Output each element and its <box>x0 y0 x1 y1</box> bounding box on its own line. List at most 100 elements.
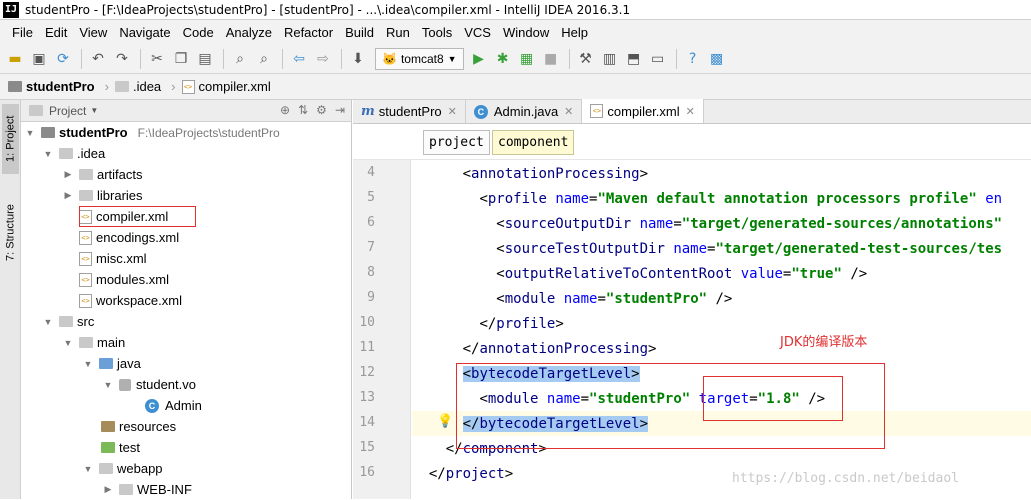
tree-item-src[interactable]: ▼ src <box>43 311 95 332</box>
menu-help[interactable]: Help <box>555 25 594 40</box>
tree-item-encodings-xml[interactable]: <> encodings.xml <box>79 227 179 248</box>
stop-icon[interactable]: ■ <box>540 48 562 70</box>
menu-view[interactable]: View <box>73 25 113 40</box>
save-icon[interactable]: ▣ <box>28 48 50 70</box>
chevron-down-icon: ▼ <box>447 53 457 64</box>
settings-icon[interactable]: ⚒ <box>575 48 597 70</box>
tree-item-admin[interactable]: C Admin <box>145 395 202 416</box>
paste-icon[interactable]: ▤ <box>194 48 216 70</box>
redo-icon[interactable]: ↷ <box>111 48 133 70</box>
gear-icon[interactable]: ⚙ <box>316 103 327 117</box>
navigation-bar: studentPro › .idea › <> compiler.xml <box>0 74 1031 100</box>
tree-item-resources[interactable]: resources <box>101 416 176 437</box>
build-icon[interactable]: ⬇ <box>347 48 369 70</box>
find-icon[interactable]: ⌕ <box>229 48 251 70</box>
folder-icon <box>79 190 93 201</box>
compiler-xml-highlight <box>79 206 196 227</box>
structure-tool-label: 7: Structure <box>4 204 17 262</box>
jdk-icon[interactable]: ▩ <box>706 48 728 70</box>
xml-value: "target/generated-sources/annotations" <box>681 215 1003 232</box>
sdk-icon[interactable]: ⬒ <box>623 48 645 70</box>
forward-icon[interactable]: ⇨ <box>312 48 334 70</box>
tab-compiler-xml[interactable]: <> compiler.xml ✕ <box>582 99 704 123</box>
ant-icon[interactable]: ▭ <box>647 48 669 70</box>
menu-refactor[interactable]: Refactor <box>278 25 339 40</box>
tab-project-tool[interactable]: 1: Project <box>2 104 19 174</box>
tree-item-artifacts[interactable]: ▶ artifacts <box>63 164 143 185</box>
class-icon: C <box>473 104 488 119</box>
back-icon[interactable]: ⇦ <box>288 48 310 70</box>
tree-item-java[interactable]: ▼ java <box>83 353 141 374</box>
nav-crumb-project[interactable]: studentPro <box>8 79 95 94</box>
project-view-select[interactable]: Project <box>49 104 86 118</box>
run-config-label: tomcat8 <box>400 51 444 66</box>
collapse-icon[interactable]: ⇅ <box>298 103 308 117</box>
tree-item-modules-xml[interactable]: <> modules.xml <box>79 269 169 290</box>
close-icon[interactable]: ✕ <box>564 105 573 118</box>
tab-admin-java[interactable]: C Admin.java ✕ <box>466 100 583 123</box>
xml-value: "studentPro" <box>605 290 708 307</box>
menu-edit[interactable]: Edit <box>39 25 73 40</box>
menu-run[interactable]: Run <box>380 25 416 40</box>
line-number: 4 <box>367 165 375 180</box>
folder-icon <box>59 316 73 327</box>
menu-tools[interactable]: Tools <box>416 25 458 40</box>
open-folder-icon[interactable]: ▬ <box>4 48 26 70</box>
tree-item-web-inf[interactable]: ▶ WEB-INF <box>103 479 192 500</box>
tree-label: src <box>77 314 95 329</box>
tab-studentpro[interactable]: m studentPro ✕ <box>353 100 466 123</box>
tree-item-libraries[interactable]: ▶ libraries <box>63 185 143 206</box>
replace-icon[interactable]: ⌕ <box>253 48 275 70</box>
menu-navigate[interactable]: Navigate <box>113 25 176 40</box>
nav-crumb-label: .idea <box>132 79 162 94</box>
menu-code[interactable]: Code <box>177 25 220 40</box>
run-configuration-select[interactable]: 🐱 tomcat8 ▼ <box>375 47 464 70</box>
title-bar: IJ studentPro - [F:\IdeaProjects\student… <box>0 0 1031 20</box>
locate-icon[interactable]: ⊕ <box>280 103 290 117</box>
tree-item-project-root[interactable]: ▼ studentPro F:\IdeaProjects\studentPro <box>25 122 280 143</box>
menu-build[interactable]: Build <box>339 25 380 40</box>
run-icon[interactable]: ▶ <box>468 48 490 70</box>
folder-icon <box>99 463 113 474</box>
xml-value: "Maven default annotation processors pro… <box>597 190 977 207</box>
nav-crumb-idea[interactable]: .idea <box>114 79 162 94</box>
close-icon[interactable]: ✕ <box>686 105 695 118</box>
xml-tag: annotationProcessing <box>471 165 640 182</box>
tree-item-webapp[interactable]: ▼ webapp <box>83 458 163 479</box>
menu-analyze[interactable]: Analyze <box>220 25 278 40</box>
debug-icon[interactable]: ✱ <box>492 48 514 70</box>
menu-bar: File Edit View Navigate Code Analyze Ref… <box>0 20 1031 44</box>
tree-item-idea[interactable]: ▼ .idea <box>43 143 106 164</box>
help-icon[interactable]: ? <box>682 48 704 70</box>
menu-file[interactable]: File <box>6 25 39 40</box>
close-icon[interactable]: ✕ <box>448 105 457 118</box>
cut-icon[interactable]: ✂ <box>146 48 168 70</box>
coverage-icon[interactable]: ▦ <box>516 48 538 70</box>
sync-icon[interactable]: ⟳ <box>52 48 74 70</box>
tree-item-student-vo[interactable]: ▼ student.vo <box>103 374 196 395</box>
line-number: 7 <box>367 240 375 255</box>
xml-value: "true" <box>791 265 842 282</box>
undo-icon[interactable]: ↶ <box>87 48 109 70</box>
tree-item-test[interactable]: test <box>101 437 140 458</box>
nav-crumb-file[interactable]: <> compiler.xml <box>181 79 271 94</box>
tree-item-workspace-xml[interactable]: <> workspace.xml <box>79 290 182 311</box>
tab-structure-tool[interactable]: 7: Structure <box>2 192 19 274</box>
line-number: 16 <box>359 465 375 480</box>
tree-item-main[interactable]: ▼ main <box>63 332 126 353</box>
menu-window[interactable]: Window <box>497 25 555 40</box>
tree-item-misc-xml[interactable]: <> misc.xml <box>79 248 147 269</box>
code-line-9: < module name = "studentPro" /> <box>496 290 733 307</box>
project-structure-icon[interactable]: ▥ <box>599 48 621 70</box>
code-line-4: < annotationProcessing > <box>462 165 649 182</box>
xml-breadcrumb-component[interactable]: component <box>492 130 575 155</box>
tree-label: WEB-INF <box>137 482 192 497</box>
hide-icon[interactable]: ⇥ <box>335 103 345 117</box>
intention-bulb-icon[interactable]: 💡 <box>437 414 453 429</box>
toolbar-separator <box>568 48 570 69</box>
menu-vcs[interactable]: VCS <box>458 25 497 40</box>
tab-label: compiler.xml <box>607 103 680 119</box>
copy-icon[interactable]: ❐ <box>170 48 192 70</box>
xml-breadcrumb-project[interactable]: project <box>423 130 490 155</box>
line-number: 6 <box>367 215 375 230</box>
